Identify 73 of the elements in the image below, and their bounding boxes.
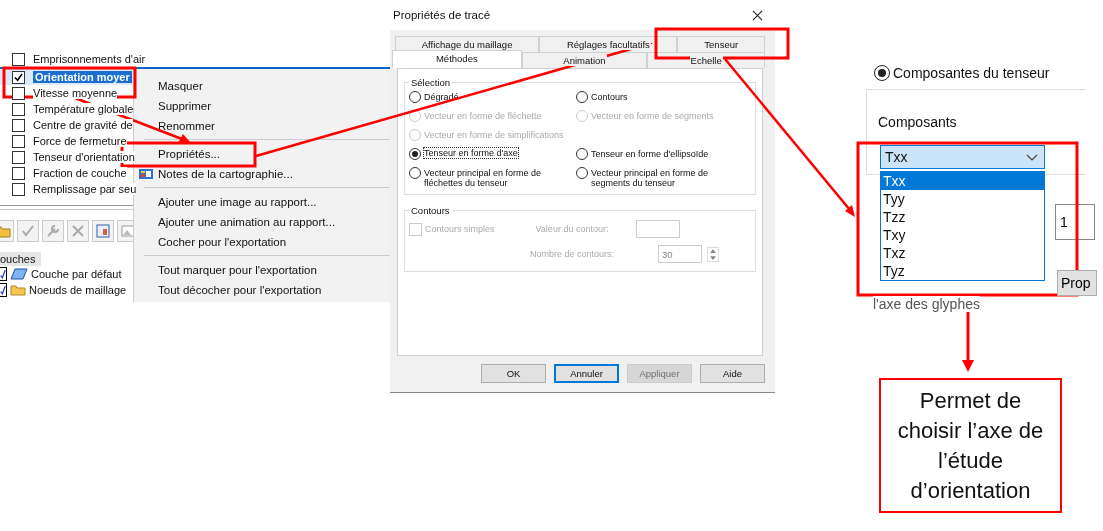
menu-item[interactable]: Notes de la cartographie...: [134, 164, 390, 184]
radio-label[interactable]: Composantes du tenseur: [893, 65, 1050, 81]
chevron-icon: [1026, 153, 1038, 161]
window-icon[interactable]: [92, 220, 114, 242]
checkbox[interactable]: [0, 283, 7, 297]
layer-icon: [10, 268, 28, 280]
menu-item[interactable]: Tout décocher pour l'exportation: [134, 280, 390, 300]
option-label[interactable]: Tenseur en forme d'ellipsoïde: [591, 147, 709, 159]
tab[interactable]: Méthodes: [392, 50, 522, 68]
dropdown-option[interactable]: Tzz: [881, 208, 1044, 226]
spin-buttons[interactable]: [707, 246, 719, 262]
tree-item[interactable]: Noeuds de maillage: [29, 284, 127, 296]
dropdown-option[interactable]: Tyy: [881, 190, 1044, 208]
dropdown-option[interactable]: Txx: [881, 172, 1044, 190]
dropdown[interactable]: Txx: [880, 145, 1045, 169]
checkbox[interactable]: [12, 102, 25, 116]
folder-icon: [10, 284, 26, 296]
option-label[interactable]: Vecteur principal en forme de segments du tenseur: [591, 166, 746, 188]
tab[interactable]: Animation: [521, 52, 648, 68]
layer-name[interactable]: Vitesse moyenne: [33, 87, 118, 99]
checkbox[interactable]: [12, 86, 25, 100]
option-label[interactable]: Dégradé: [424, 90, 459, 102]
option-label[interactable]: Tenseur en forme d'axe: [424, 148, 518, 158]
checkbox[interactable]: [12, 182, 25, 196]
layer-name[interactable]: Remplissage par seu: [33, 183, 137, 195]
menu-item[interactable]: Cocher pour l'exportation: [134, 232, 390, 252]
properties-button[interactable]: Prop: [1057, 270, 1097, 296]
menu-item[interactable]: Ajouter une image au rapport...: [134, 192, 390, 212]
field-label: Nombre de contours:: [530, 249, 616, 259]
tree-item[interactable]: Couche par défaut: [31, 268, 122, 280]
tab[interactable]: Réglages facultatifs: [539, 36, 678, 52]
notes-icon: [139, 168, 153, 180]
dialog-button[interactable]: Aide: [700, 364, 765, 383]
layer-name[interactable]: Orientation moyer: [33, 71, 132, 83]
layer-name[interactable]: Centre de gravité de: [33, 119, 133, 131]
menu-item[interactable]: Ajouter une animation au rapport...: [134, 212, 390, 232]
input-field[interactable]: 1: [1055, 204, 1095, 240]
dialog-button[interactable]: OK: [481, 364, 546, 383]
layer-name[interactable]: Emprisonnements d'air: [33, 53, 146, 65]
layer-name[interactable]: Force de fermeture: [33, 135, 127, 147]
field-label: Composants: [878, 114, 957, 130]
group-title: Contours: [410, 205, 451, 216]
option-label[interactable]: Contours: [591, 90, 628, 102]
menu-item[interactable]: Supprimer: [134, 96, 390, 116]
dialog-button[interactable]: Annuler: [554, 364, 619, 383]
dropdown-option[interactable]: Tyz: [881, 262, 1044, 280]
menu-item[interactable]: Propriétés...: [134, 144, 390, 164]
dropdown-option[interactable]: Txy: [881, 226, 1044, 244]
checkbox-label: Contours simples: [425, 224, 495, 234]
layer-name[interactable]: Température globale: [33, 103, 134, 115]
field-label: Valeur du contour:: [535, 224, 610, 234]
field-label: l'axe des glyphes: [873, 296, 980, 312]
dropdown-option[interactable]: Txz: [881, 244, 1044, 262]
group-title: Sélection: [410, 77, 452, 88]
check-icon[interactable]: [17, 220, 39, 242]
window-title: Propriétés de tracé: [393, 9, 491, 21]
checkbox[interactable]: [12, 52, 25, 66]
checkbox[interactable]: [12, 118, 25, 132]
menu-item[interactable]: Renommer: [134, 116, 390, 136]
checkbox[interactable]: [12, 150, 25, 164]
checkbox[interactable]: [0, 267, 7, 281]
checkbox[interactable]: [12, 166, 25, 180]
menu-item[interactable]: Masquer: [134, 76, 390, 96]
menu-item[interactable]: Tout marquer pour l'exportation: [134, 260, 390, 280]
layer-name[interactable]: Tenseur d'orientation: [33, 151, 135, 163]
checkbox[interactable]: [12, 70, 25, 84]
close-icon[interactable]: [752, 9, 763, 21]
checkbox[interactable]: [12, 134, 25, 148]
callout-box: Permet de choisir l’axe de l’étude d’orientation: [879, 378, 1062, 513]
panel-tab[interactable]: ouches: [0, 252, 42, 266]
option-label[interactable]: Vecteur principal en forme de fléchettes du tenseur: [424, 166, 576, 188]
tab[interactable]: Tenseur: [677, 36, 765, 52]
layer-name[interactable]: Fraction de couche: [33, 167, 127, 179]
